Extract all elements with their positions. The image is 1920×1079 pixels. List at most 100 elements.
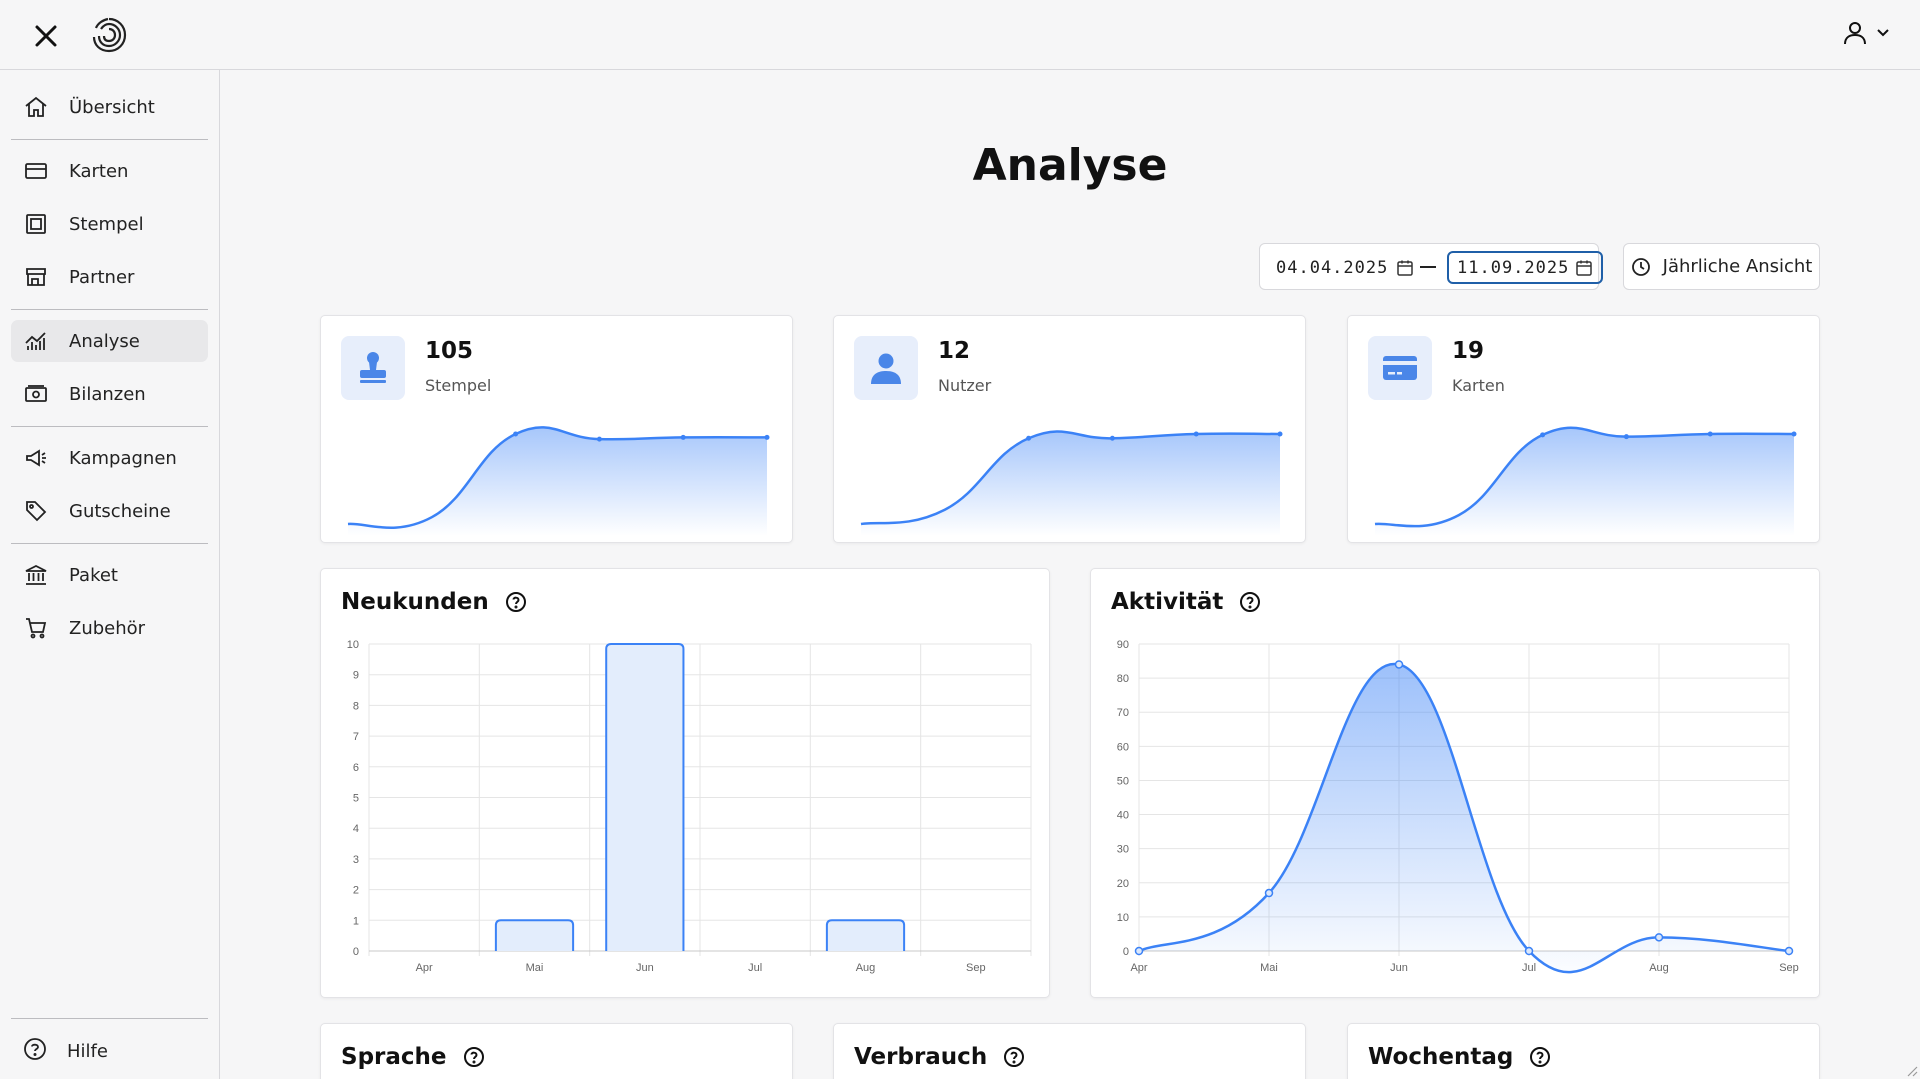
x-tick-label: Apr xyxy=(1130,962,1147,974)
sparkline-area xyxy=(1375,427,1794,536)
cart-icon xyxy=(23,615,49,641)
sidebar-item-stempel[interactable]: Stempel xyxy=(11,203,208,245)
x-tick-label: Mai xyxy=(526,962,544,974)
y-tick-label: 40 xyxy=(1117,810,1129,822)
yearly-view-label: Jährliche Ansicht xyxy=(1662,256,1813,277)
top-bar xyxy=(0,0,1920,70)
card-verbrauch: Verbrauch xyxy=(833,1023,1306,1079)
y-tick-label: 80 xyxy=(1117,673,1129,685)
chart-title: Wochentag xyxy=(1368,1044,1551,1070)
x-tick-label: Apr xyxy=(416,962,433,974)
spiral-logo-icon[interactable] xyxy=(88,14,130,56)
sidebar-item-partner[interactable]: Partner xyxy=(11,256,208,298)
y-tick-label: 3 xyxy=(353,854,359,866)
calendar-icon[interactable] xyxy=(1575,259,1593,277)
y-tick-label: 0 xyxy=(353,946,359,958)
y-tick-label: 1 xyxy=(353,915,359,927)
y-tick-label: 2 xyxy=(353,885,359,897)
sparkline-area xyxy=(861,431,1280,536)
sparkline-point xyxy=(764,434,770,440)
y-tick-label: 30 xyxy=(1117,844,1129,856)
sidebar-item-uebersicht[interactable]: Übersicht xyxy=(11,86,208,128)
sidebar-item-label: Paket xyxy=(69,564,118,586)
store-icon xyxy=(23,264,49,290)
sparkline-point xyxy=(1623,434,1629,440)
close-icon[interactable] xyxy=(28,18,64,54)
help-icon[interactable] xyxy=(1529,1046,1551,1068)
neukunden-bar-chart: 0 1 2 3 4 5 6 7 8 9 10 Apr Mai Jun Jul Aug Sep xyxy=(347,639,1032,974)
y-tick-label: 70 xyxy=(1117,707,1129,719)
sidebar-item-karten[interactable]: Karten xyxy=(11,150,208,192)
card-wochentag: Wochentag xyxy=(1347,1023,1820,1079)
stat-value: 12 xyxy=(938,338,971,364)
sparkline-stempel xyxy=(347,426,770,536)
sidebar-item-bilanzen[interactable]: Bilanzen xyxy=(11,373,208,415)
bar-Mai xyxy=(494,919,575,951)
help-icon[interactable] xyxy=(1003,1046,1025,1068)
y-tick-label: 5 xyxy=(353,793,359,805)
y-tick-label: 4 xyxy=(353,823,359,835)
bar-Jun xyxy=(605,643,685,951)
sidebar-item-label: Gutscheine xyxy=(69,500,171,522)
start-date-field[interactable]: 04.04.2025 xyxy=(1268,251,1422,284)
x-tick-label: Aug xyxy=(856,962,876,974)
sidebar-item-label: Übersicht xyxy=(69,96,155,118)
sparkline-point xyxy=(1791,431,1797,437)
sparkline-point xyxy=(1109,435,1115,441)
sparkline-karten xyxy=(1374,426,1797,536)
y-tick-label: 60 xyxy=(1117,741,1129,753)
data-point-Apr xyxy=(1134,946,1144,956)
sidebar-item-hilfe[interactable]: Hilfe xyxy=(11,1033,208,1069)
sparkline-point xyxy=(513,431,519,437)
x-tick-label: Sep xyxy=(966,962,986,974)
date-range-separator xyxy=(1420,266,1436,268)
user-icon xyxy=(1844,22,1866,45)
megaphone-icon xyxy=(23,445,49,471)
sidebar: Übersicht Karten Stempel Partner Analyse… xyxy=(0,70,220,1079)
y-tick-label: 10 xyxy=(1117,912,1129,924)
user-icon xyxy=(854,336,918,400)
stat-label: Karten xyxy=(1452,376,1505,395)
data-point-Sep xyxy=(1784,946,1794,956)
sidebar-item-kampagnen[interactable]: Kampagnen xyxy=(11,437,208,479)
date-range-picker: 04.04.2025 11.09.2025 xyxy=(1259,243,1604,290)
sparkline-point xyxy=(1026,435,1032,441)
y-tick-label: 50 xyxy=(1117,775,1129,787)
sidebar-item-label: Hilfe xyxy=(67,1040,108,1062)
stat-card-stempel: 105 Stempel xyxy=(320,315,793,543)
y-tick-label: 7 xyxy=(353,731,359,743)
x-tick-label: Sep xyxy=(1779,962,1799,974)
chart-title: Verbrauch xyxy=(854,1044,1025,1070)
chevron-down-icon xyxy=(1877,29,1889,37)
tag-icon xyxy=(23,498,49,524)
sparkline-point xyxy=(680,434,686,440)
sidebar-item-label: Karten xyxy=(69,160,129,182)
stat-value: 19 xyxy=(1452,338,1485,364)
stat-card-nutzer: 12 Nutzer xyxy=(833,315,1306,543)
home-icon xyxy=(23,94,49,120)
sidebar-item-paket[interactable]: Paket xyxy=(11,554,208,596)
sidebar-item-gutscheine[interactable]: Gutscheine xyxy=(11,490,208,532)
sparkline-point xyxy=(1707,431,1713,437)
chart-card-aktivitaet: Aktivität 0 10 20 30 40 50 60 70 80 90 Apr Mai Jun Ju… xyxy=(1090,568,1820,998)
end-date-field[interactable]: 11.09.2025 xyxy=(1447,251,1604,284)
card-icon xyxy=(23,158,49,184)
end-date-value: 11.09.2025 xyxy=(1457,257,1570,278)
stat-value: 105 xyxy=(425,338,474,364)
sidebar-divider xyxy=(11,139,208,140)
resize-grip-icon[interactable] xyxy=(1904,1063,1918,1077)
sparkline-point xyxy=(1193,431,1199,437)
stat-label: Stempel xyxy=(425,376,492,395)
y-tick-label: 9 xyxy=(353,670,359,682)
sidebar-item-zubehoer[interactable]: Zubehör xyxy=(11,607,208,649)
x-tick-label: Jun xyxy=(636,962,654,974)
calendar-icon[interactable] xyxy=(1396,259,1414,277)
sidebar-item-analyse[interactable]: Analyse xyxy=(11,320,208,362)
yearly-view-button[interactable]: Jährliche Ansicht xyxy=(1623,243,1820,290)
chart-title-text: Sprache xyxy=(341,1044,447,1070)
sparkline-point xyxy=(1277,431,1283,437)
clock-icon xyxy=(1631,257,1650,276)
help-icon[interactable] xyxy=(463,1046,485,1068)
user-menu[interactable] xyxy=(1842,20,1890,46)
sparkline-nutzer xyxy=(860,430,1283,536)
